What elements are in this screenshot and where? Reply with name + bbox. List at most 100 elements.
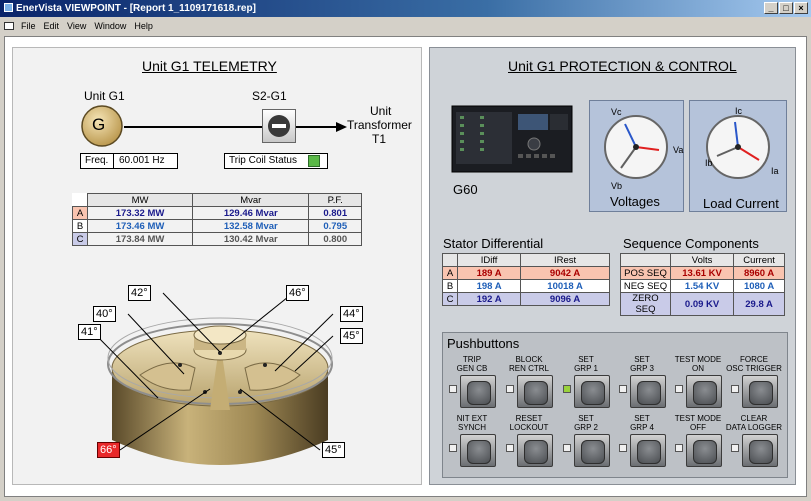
pushbutton[interactable] <box>460 434 496 467</box>
trip-coil-indicator <box>308 155 320 167</box>
arrow-icon <box>296 122 347 132</box>
temp-callout: 41° <box>78 324 101 340</box>
table-row: ZERO SEQ 0.09 KV 29.8 A <box>620 292 785 316</box>
trip-coil-label: Trip Coil Status <box>229 155 297 166</box>
seq-name: ZERO SEQ <box>620 292 671 316</box>
vc-label: Vc <box>611 107 622 117</box>
pushbutton-led <box>563 444 571 452</box>
voltages-phasor-dial <box>604 115 668 179</box>
seq-name: NEG SEQ <box>620 279 671 293</box>
window-title: EnerVista VIEWPOINT - [Report 1_11091716… <box>16 3 256 14</box>
load-current-label: Load Current <box>703 196 779 211</box>
freq-value: 60.001 Hz <box>119 155 165 166</box>
pushbutton-label-line2: GRP 1 <box>574 364 598 373</box>
pushbutton[interactable] <box>742 375 778 408</box>
col-current: Current <box>733 253 785 267</box>
pushbutton[interactable] <box>460 375 496 408</box>
temp-callout: 40° <box>93 306 116 322</box>
relay-label: G60 <box>453 182 478 197</box>
close-button[interactable]: × <box>794 2 808 14</box>
menu-view[interactable]: View <box>66 17 87 35</box>
menu-file[interactable]: File <box>20 17 37 35</box>
freq-label: Freq. <box>85 155 109 166</box>
phase-label: C <box>72 232 88 246</box>
protection-heading: Unit G1 PROTECTION & CONTROL <box>508 58 737 74</box>
pushbutton-label: SET GRP 3 <box>612 355 672 373</box>
app-icon <box>4 3 13 12</box>
generator-symbol: G <box>92 115 106 134</box>
pushbutton-led <box>506 385 514 393</box>
ia-label: Ia <box>771 166 779 176</box>
power-table: MW Mvar P.F. A 173.32 MW 129.46 Mvar 0.8… <box>72 193 362 246</box>
pushbutton-label: TEST MODE OFF <box>668 414 728 432</box>
pushbutton-label-line2: DATA LOGGER <box>725 423 783 432</box>
mvar-value: 130.42 Mvar <box>192 232 310 246</box>
pushbutton-label-line1: NIT EXT <box>456 414 488 423</box>
pushbutton[interactable] <box>517 375 553 408</box>
breaker-switch[interactable] <box>262 109 296 143</box>
pushbutton-led <box>449 385 457 393</box>
document-menu-icon[interactable] <box>4 22 14 30</box>
pushbutton[interactable] <box>686 434 722 467</box>
pushbutton[interactable] <box>686 375 722 408</box>
voltages-label: Voltages <box>610 194 660 209</box>
idiff-value: 189 A <box>456 266 522 280</box>
minimize-button[interactable]: _ <box>764 2 778 14</box>
pushbutton-label: NIT EXT SYNCH <box>442 414 502 432</box>
irest-value: 9042 A <box>520 266 610 280</box>
table-row: A 189 A 9042 A <box>442 266 610 280</box>
menu-window[interactable]: Window <box>93 17 127 35</box>
pushbutton-label-line2: REN CTRL <box>508 364 549 373</box>
g60-relay-image <box>451 105 573 173</box>
seq-current: 8960 A <box>733 266 785 280</box>
idiff-value: 192 A <box>456 292 522 306</box>
temp-callout: 45° <box>322 442 345 458</box>
pushbutton[interactable] <box>630 375 666 408</box>
menu-edit[interactable]: Edit <box>43 17 61 35</box>
sequence-table: Volts Current POS SEQ 13.61 KV 8960 A NE… <box>620 253 785 316</box>
pushbutton-label-line1: FORCE <box>740 355 768 364</box>
menu-help[interactable]: Help <box>133 17 154 35</box>
irest-value: 10018 A <box>520 279 610 293</box>
seq-current: 29.8 A <box>733 292 785 316</box>
maximize-button[interactable]: □ <box>779 2 793 14</box>
pushbutton-label-line2: GRP 3 <box>630 364 654 373</box>
table-row: C 192 A 9096 A <box>442 292 610 306</box>
pushbutton-led <box>449 444 457 452</box>
col-mvar: Mvar <box>192 193 310 207</box>
pushbutton-label-line2: OFF <box>690 423 706 432</box>
pushbutton-label-line1: TEST MODE <box>674 355 722 364</box>
mw-value: 173.84 MW <box>86 232 194 246</box>
pushbutton[interactable] <box>517 434 553 467</box>
mw-value: 173.32 MW <box>86 206 194 220</box>
table-row: B 198 A 10018 A <box>442 279 610 293</box>
seq-volts: 1.54 KV <box>669 279 735 293</box>
pushbutton-label-line2: SYNCH <box>457 423 486 432</box>
table-header-row: IDiff IRest <box>442 253 610 267</box>
irest-value: 9096 A <box>520 292 610 306</box>
table-header-row: MW Mvar P.F. <box>72 193 362 207</box>
pushbutton[interactable] <box>630 434 666 467</box>
pushbutton[interactable] <box>742 434 778 467</box>
pushbutton-label-line1: TEST MODE <box>674 414 722 423</box>
pushbutton[interactable] <box>574 434 610 467</box>
pushbutton-label-line1: CLEAR <box>740 414 768 423</box>
pushbutton-led <box>731 385 739 393</box>
seq-current: 1080 A <box>733 279 785 293</box>
pushbutton-label-line2: ON <box>692 364 704 373</box>
mw-value: 173.46 MW <box>86 219 194 233</box>
bus-line-1 <box>124 126 262 128</box>
pushbutton-label-line1: TRIP <box>462 355 482 364</box>
seq-volts: 13.61 KV <box>669 266 735 280</box>
pushbutton-led <box>675 444 683 452</box>
pushbutton-label-line1: BLOCK <box>515 355 543 364</box>
temp-callout: 42° <box>128 285 151 301</box>
menu-bar: File Edit View Window Help <box>0 17 811 35</box>
pushbutton[interactable] <box>574 375 610 408</box>
ib-label: Ib <box>705 158 713 168</box>
pushbutton-label-line1: RESET <box>515 414 543 423</box>
col-mw: MW <box>86 193 194 207</box>
transformer-label-1: Unit <box>370 104 392 118</box>
va-label: Va <box>673 145 684 155</box>
table-header-row: Volts Current <box>620 253 785 267</box>
